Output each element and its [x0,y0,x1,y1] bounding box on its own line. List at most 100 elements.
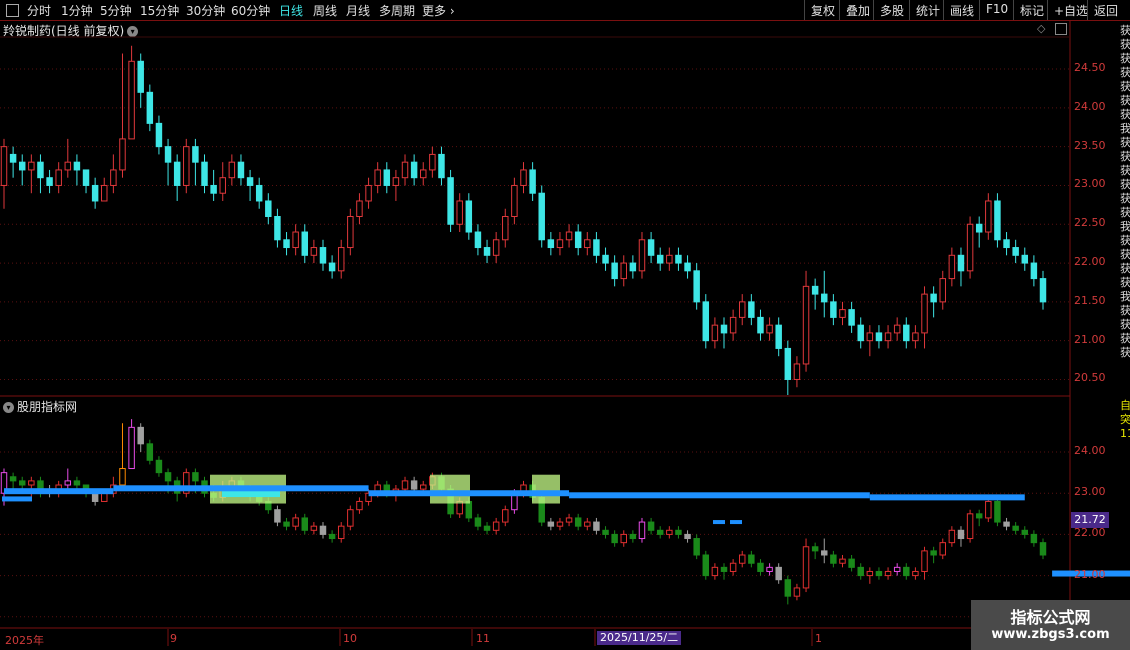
candle-body [201,161,208,186]
candle-body [18,161,26,171]
candle-body [574,231,582,249]
candle-body [502,216,509,241]
candle-body [766,324,773,334]
indicator-candle-body [647,521,655,531]
candle-body [903,324,910,342]
cursor-date: 2025/11/25/二 [597,631,682,645]
candle-body [374,169,381,186]
candle-body [1012,247,1019,256]
indicator-candle-body [101,492,108,502]
main-y-label: 24.50 [1074,61,1106,75]
candle-body [693,270,700,303]
indicator-candle-body [155,459,163,474]
candle-body [28,161,35,171]
candle-body [511,184,518,218]
candle-body [401,161,409,179]
indicator-candle-body [884,570,892,577]
candle-body [875,332,883,342]
candle-body [183,146,190,186]
indicator-candle-body [839,558,846,564]
candle-body [210,184,217,194]
candle-body [821,293,828,303]
x-label: 11 [476,632,490,645]
candle-body [720,324,728,334]
indicator-candle-body [565,517,573,523]
candle-body [119,138,126,171]
candle-body [666,254,673,264]
candle-body [219,177,226,194]
candle-body [684,262,691,272]
indicator-candle-body [702,554,710,577]
indicator-candle-body [1039,542,1047,556]
indicator-candle-body [903,566,910,577]
candle-body [866,332,874,342]
indicator-candle-body [547,521,555,527]
candle-body [46,177,53,186]
candle-body [912,332,919,342]
side-strip-main: 获获获获获获获我获获获获获获我获获获获我获获获获 [1120,24,1130,359]
candle-body [283,239,290,249]
indicator-candle-body [775,566,782,581]
candle-body [656,254,664,264]
candle-body [711,324,719,342]
indicator-candle-body [893,566,901,572]
candle-body [347,216,354,249]
watermark-line2: www.zbgs3.com [991,627,1110,642]
indicator-y-label: 22.00 [1074,526,1106,540]
indicator-candle-body [28,480,35,486]
x-label: 9 [170,632,177,645]
candle-body [420,169,427,179]
indicator-candle-body [292,517,299,527]
ma-segment [869,494,1025,501]
indicator-candle-body [347,509,354,527]
indicator-candle-body [866,570,874,577]
indicator-candle-body [319,525,327,535]
indicator-candle-body [401,480,409,490]
candle-body [246,177,254,186]
candle-body [994,200,1001,241]
candle-body [365,184,372,202]
candle-body [101,184,108,202]
candle-body [392,177,400,186]
candle-body [64,161,72,171]
chart-canvas[interactable] [0,0,1130,650]
indicator-candle-body [593,521,600,531]
candle-body [602,254,609,264]
candle-body [638,239,646,272]
indicator-candle-body [994,500,1001,523]
candle-body [9,153,17,163]
indicator-candle-body [811,546,819,552]
main-y-label: 24.00 [1074,99,1106,113]
candle-body [1021,254,1029,264]
indicator-y-label: 23.00 [1074,485,1106,499]
candle-body [930,293,937,303]
indicator-candle-body [793,587,801,597]
candle-body [611,262,618,280]
candle-body [128,60,135,140]
indicator-candle-body [1030,533,1038,544]
candle-body [629,262,637,272]
candle-body [0,146,8,186]
indicator-candle-body [584,521,591,527]
indicator-candle-body [757,562,764,572]
indicator-candle-body [192,472,199,482]
candle-body [255,184,263,202]
candle-body [520,169,527,186]
candle-body [975,223,983,233]
indicator-candle-body [930,550,937,556]
indicator-candle-body [602,529,609,535]
x-label: 2025年 [5,634,44,647]
indicator-candle-body [301,517,308,531]
indicator-candle-body [64,480,72,486]
indicator-candle-body [620,533,627,544]
indicator-candle-body [310,525,318,531]
indicator-candle-body [684,533,691,540]
side-strip-indicator: 自突1111111111 [1120,399,1130,440]
candle-body [429,153,436,171]
candle-body [702,301,710,342]
candle-body [538,192,545,241]
candle-body [784,347,792,380]
indicator-candle-body [638,521,646,540]
candle-body [529,169,536,194]
indicator-candle-body [784,579,792,597]
